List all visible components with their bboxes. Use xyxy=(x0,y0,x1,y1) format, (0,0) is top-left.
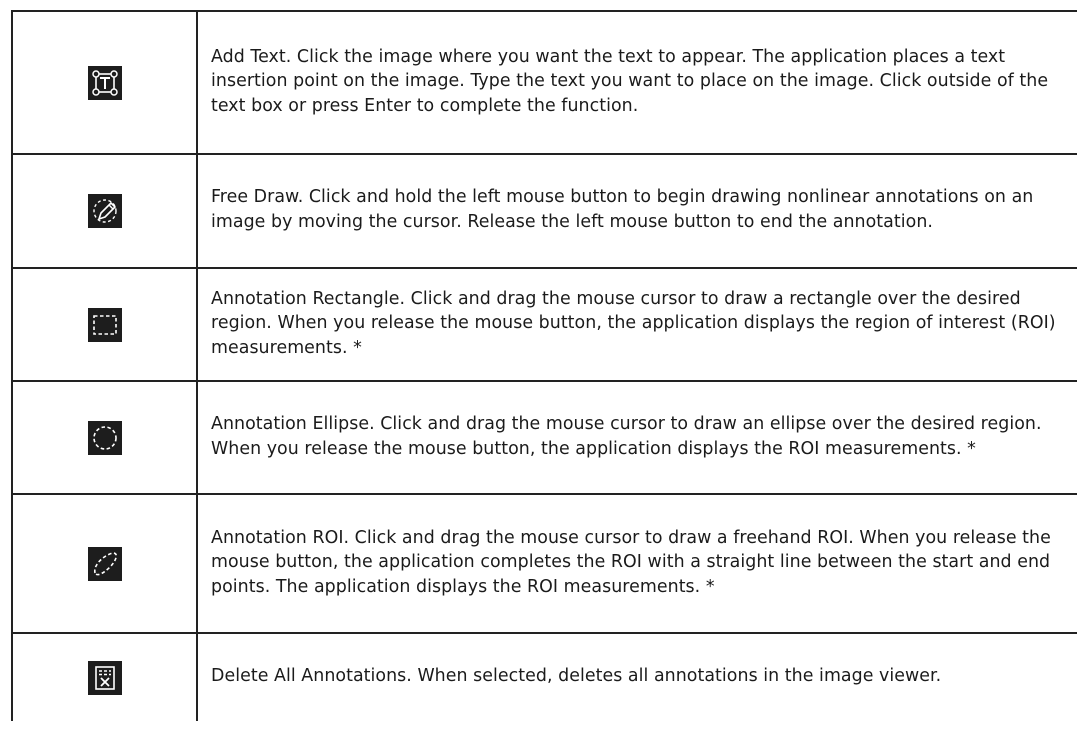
table-row: Free Draw. Click and hold the left mouse… xyxy=(11,153,1077,269)
row-description: Free Draw. Click and hold the left mouse… xyxy=(196,153,1077,269)
table-row: Annotation Ellipse. Click and drag the m… xyxy=(11,380,1077,495)
dashed-rectangle-icon xyxy=(87,307,122,342)
delete-annotations-icon xyxy=(87,660,122,695)
icon-cell xyxy=(11,380,198,495)
dashed-freehand-roi-icon xyxy=(87,546,122,581)
icon-cell xyxy=(11,493,198,634)
row-description: Annotation ROI. Click and drag the mouse… xyxy=(196,493,1077,634)
table-row: Annotation Rectangle. Click and drag the… xyxy=(11,267,1077,382)
row-description: Add Text. Click the image where you want… xyxy=(196,10,1077,155)
row-description: Delete All Annotations. When selected, d… xyxy=(196,632,1077,721)
free-draw-pencil-icon xyxy=(87,194,122,228)
icon-cell xyxy=(11,632,198,721)
icon-cell xyxy=(11,153,198,269)
dashed-ellipse-icon xyxy=(87,420,122,455)
text-box-icon xyxy=(87,65,122,100)
row-description: Annotation Ellipse. Click and drag the m… xyxy=(196,380,1077,495)
table-row: Delete All Annotations. When selected, d… xyxy=(11,632,1077,721)
table-row: Add Text. Click the image where you want… xyxy=(11,10,1077,155)
annotation-tools-table: Add Text. Click the image where you want… xyxy=(11,10,1077,721)
table-row: Annotation ROI. Click and drag the mouse… xyxy=(11,493,1077,634)
icon-cell xyxy=(11,267,198,382)
icon-cell xyxy=(11,10,198,155)
row-description: Annotation Rectangle. Click and drag the… xyxy=(196,267,1077,382)
